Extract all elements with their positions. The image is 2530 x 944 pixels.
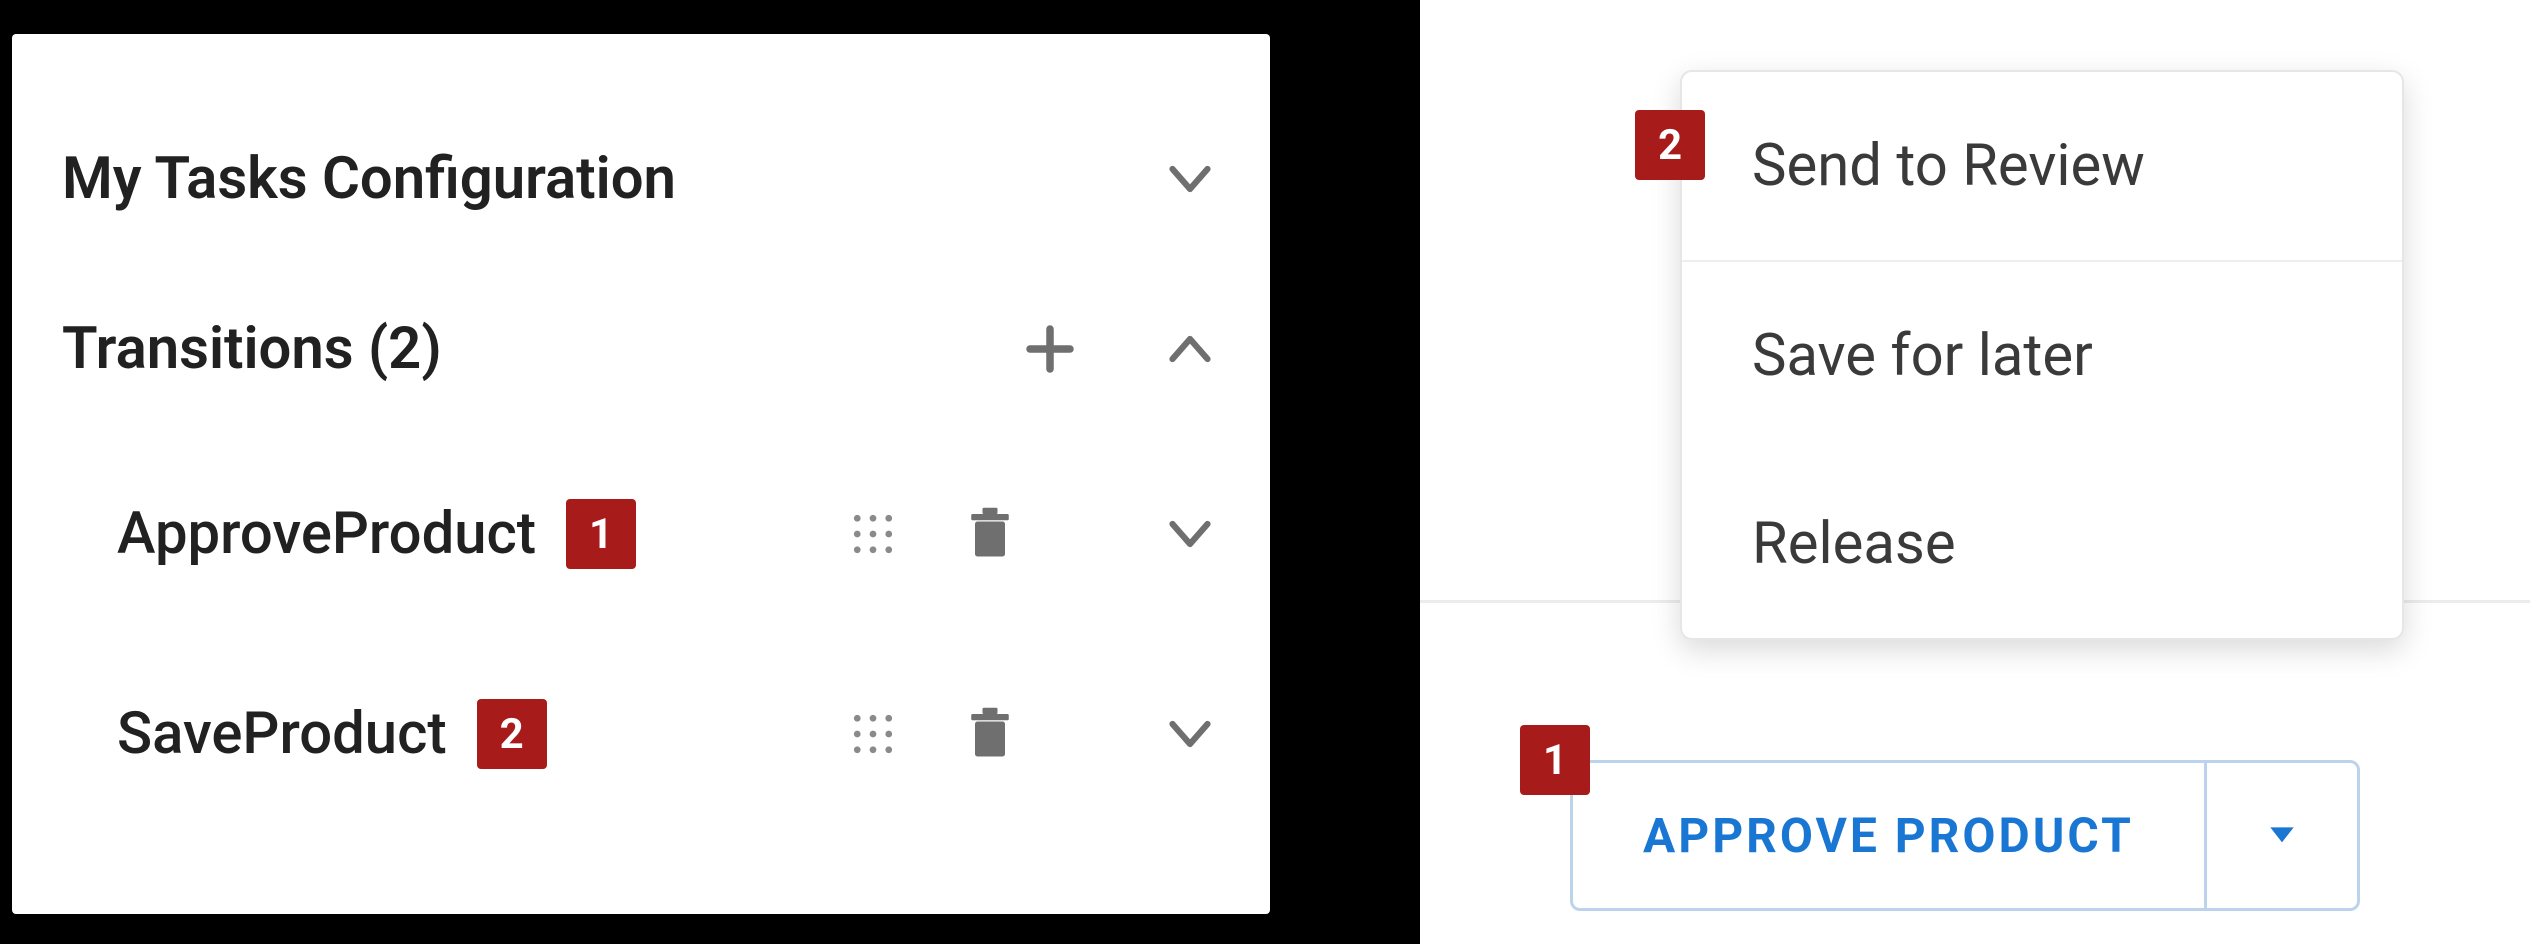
section-my-tasks-label: My Tasks Configuration (62, 145, 1160, 213)
annotation-badge: 2 (477, 699, 547, 769)
drag-handle-icon[interactable] (846, 507, 900, 561)
annotation-badge: 2 (1635, 110, 1705, 180)
approve-product-split-button: APPROVE PRODUCT (1570, 760, 2360, 911)
transition-name: SaveProduct (117, 700, 447, 768)
section-my-tasks[interactable]: My Tasks Configuration (62, 94, 1220, 264)
caret-down-icon (2262, 814, 2302, 858)
chevron-down-icon[interactable] (1160, 504, 1220, 564)
annotation-badge: 1 (566, 499, 636, 569)
chevron-down-icon[interactable] (1160, 149, 1220, 209)
plus-icon[interactable] (1020, 319, 1080, 379)
section-transitions-label: Transitions (2) (62, 315, 1020, 383)
transition-item[interactable]: SaveProduct 2 (62, 634, 1220, 834)
transition-name: ApproveProduct (117, 500, 536, 568)
approve-product-caret[interactable] (2204, 763, 2357, 908)
chevron-down-icon[interactable] (1160, 704, 1220, 764)
section-transitions[interactable]: Transitions (2) (62, 264, 1220, 434)
annotation-badge: 1 (1520, 725, 1590, 795)
trash-icon[interactable] (960, 704, 1020, 764)
chevron-up-icon[interactable] (1160, 319, 1220, 379)
config-panel: My Tasks Configuration Transitions (2) A… (12, 34, 1270, 914)
menu-item-send-to-review[interactable]: Send to Review (1682, 72, 2402, 262)
drag-handle-icon[interactable] (846, 707, 900, 761)
transition-item[interactable]: ApproveProduct 1 (62, 434, 1220, 634)
trash-icon[interactable] (960, 504, 1020, 564)
actions-menu: Send to Review Save for later Release (1680, 70, 2404, 640)
menu-item-save-for-later[interactable]: Save for later (1682, 262, 2402, 450)
preview-area: Send to Review Save for later Release 2 … (1420, 0, 2530, 944)
approve-product-button[interactable]: APPROVE PRODUCT (1573, 763, 2204, 908)
menu-item-release[interactable]: Release (1682, 450, 2402, 638)
